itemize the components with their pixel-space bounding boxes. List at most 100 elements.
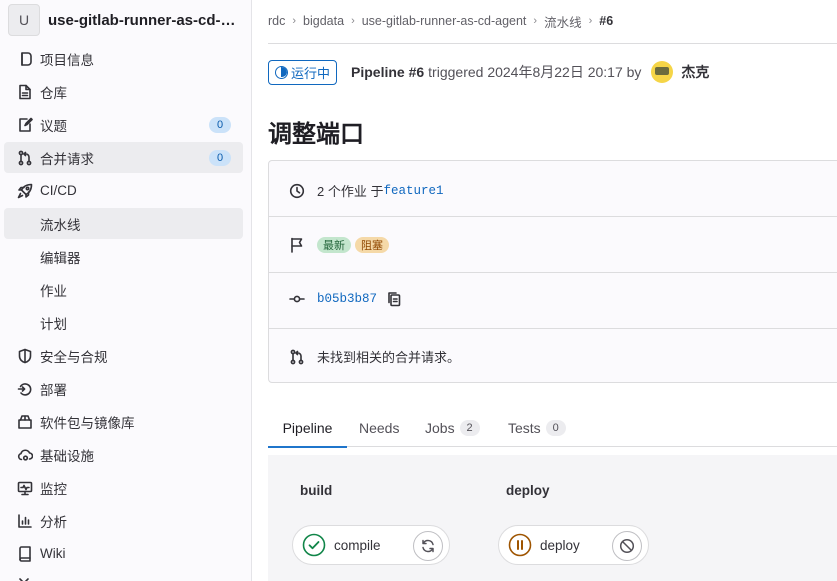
deployments-icon [16,380,34,398]
success-status-icon [302,533,326,557]
sidebar-item-wiki[interactable]: Wiki [4,538,243,569]
tab-label: Jobs [425,419,455,436]
app-root: U use-gitlab-runner-as-cd-agent 项目信息 仓库 … [0,0,837,581]
retry-icon[interactable] [413,531,443,561]
merge-request-icon [289,349,305,365]
sidebar-item-schedules[interactable]: 计划 [4,307,243,338]
sidebar-item-label: 流水线 [40,217,81,233]
breadcrumb-divider [268,43,837,44]
sidebar: U use-gitlab-runner-as-cd-agent 项目信息 仓库 … [0,0,252,581]
sidebar-item-label: 部署 [40,382,67,398]
blocked-badge: 阻塞 [355,237,389,253]
sidebar-item-repository[interactable]: 仓库 [4,76,243,107]
breadcrumb-chevron-icon: › [533,15,538,27]
sidebar-item-label: 计划 [40,316,67,332]
merge-request-row: 未找到相关的合并请求。 [269,347,837,366]
no-merge-request-text: 未找到相关的合并请求。 [317,350,461,365]
sidebar-item-pipelines[interactable]: 流水线 [4,208,243,239]
breadcrumb-item[interactable]: rdc [268,14,285,28]
tab-tests[interactable]: Tests 0 [508,408,566,447]
breadcrumb-chevron-icon: › [351,15,355,27]
triggered-text: triggered 2024年8月22日 20:17 by [428,64,642,80]
commit-row: b05b3b87 [269,291,837,307]
sidebar-item-label: 作业 [40,283,67,299]
breadcrumb: rdc › bigdata › use-gitlab-runner-as-cd-… [268,12,613,30]
project-name[interactable]: use-gitlab-runner-as-cd-agent [48,12,238,29]
pipeline-info-card: 2 个作业 于 feature1 最新 阻塞 b05b3b87 未找到相关的合并… [268,160,837,383]
issues-icon [16,116,34,134]
project-header[interactable]: U use-gitlab-runner-as-cd-agent [8,4,244,36]
document-icon [16,83,34,101]
latest-badge: 最新 [317,237,351,253]
sidebar-item-label: 编辑器 [40,250,81,266]
merge-requests-count-badge: 0 [209,150,231,166]
rocket-icon [16,182,34,200]
copy-icon[interactable] [386,291,402,307]
job-compile[interactable]: compile [292,525,450,565]
tests-count-badge: 0 [545,419,566,436]
sidebar-item-label: 分析 [40,514,67,530]
sidebar-item-editor[interactable]: 编辑器 [4,241,243,272]
breadcrumb-current[interactable]: #6 [599,14,613,28]
breadcrumb-item[interactable]: 流水线 [544,12,582,31]
sidebar-item-label: Wiki [40,546,66,561]
cloud-gear-icon [16,446,34,464]
sidebar-item-deployments[interactable]: 部署 [4,373,243,404]
user-avatar[interactable] [651,61,674,83]
breadcrumb-item[interactable]: bigdata [303,14,344,28]
stage-title-build: build [300,483,333,498]
sidebar-item-analytics[interactable]: 分析 [4,505,243,536]
sidebar-item-monitor[interactable]: 监控 [4,472,243,503]
sidebar-item-security[interactable]: 安全与合规 [4,340,243,371]
sidebar-item-merge-requests[interactable]: 合并请求 0 [4,142,243,173]
issues-count-badge: 0 [209,117,231,133]
flag-icon [289,237,305,253]
pipeline-graph: build compile deploy deploy [268,455,837,581]
sidebar-item-issues[interactable]: 议题 0 [4,109,243,140]
sidebar-item-label: 软件包与镜像库 [40,415,135,431]
monitor-icon [16,479,34,497]
running-status-icon [275,65,288,79]
tab-needs[interactable]: Needs [359,408,399,447]
collapse-chevron-icon[interactable] [16,574,32,581]
breadcrumb-item[interactable]: use-gitlab-runner-as-cd-agent [362,14,527,28]
main-content: rdc › bigdata › use-gitlab-runner-as-cd-… [252,0,837,581]
tab-pipeline[interactable]: Pipeline [268,408,347,448]
tab-jobs[interactable]: Jobs 2 [425,408,480,447]
sidebar-item-project-info[interactable]: 项目信息 [4,43,243,74]
jobs-row: 2 个作业 于 feature1 [269,181,837,200]
breadcrumb-chevron-icon: › [588,15,593,27]
row-divider [269,328,837,329]
jobs-summary: 2 个作业 于 [317,184,384,199]
cancel-icon[interactable] [612,531,642,561]
merge-request-icon [16,149,34,167]
sidebar-item-packages[interactable]: 软件包与镜像库 [4,406,243,437]
sidebar-item-label: 项目信息 [40,52,94,68]
sidebar-item-infrastructure[interactable]: 基础设施 [4,439,243,470]
sidebar-item-label: 基础设施 [40,448,94,464]
pipeline-header: 运行中 Pipeline #6 triggered 2024年8月22日 20:… [268,59,709,85]
sidebar-item-label: 合并请求 [40,151,94,167]
sidebar-item-label: 仓库 [40,85,67,101]
status-badge[interactable]: 运行中 [268,59,338,85]
stage-title-deploy: deploy [506,483,550,498]
package-icon [16,413,34,431]
branch-link[interactable]: feature1 [383,184,443,198]
commit-sha-link[interactable]: b05b3b87 [317,292,377,306]
book-icon [16,545,34,563]
sidebar-item-jobs[interactable]: 作业 [4,274,243,305]
sidebar-item-label: 议题 [40,118,67,134]
shield-icon [16,347,34,365]
project-info-icon [16,50,34,68]
pipeline-tabs: Pipeline Needs Jobs 2 Tests 0 [268,408,837,448]
job-deploy[interactable]: deploy [498,525,649,565]
sidebar-item-label: 监控 [40,481,67,497]
row-divider [269,216,837,217]
badges-row: 最新 阻塞 [269,237,837,253]
job-name: compile [334,537,381,553]
tab-label: Pipeline [282,419,333,436]
sidebar-item-cicd[interactable]: CI/CD [4,175,243,206]
sidebar-item-label: CI/CD [40,183,77,198]
sidebar-item-label: 安全与合规 [40,349,108,365]
user-link[interactable]: 杰克 [681,62,709,82]
